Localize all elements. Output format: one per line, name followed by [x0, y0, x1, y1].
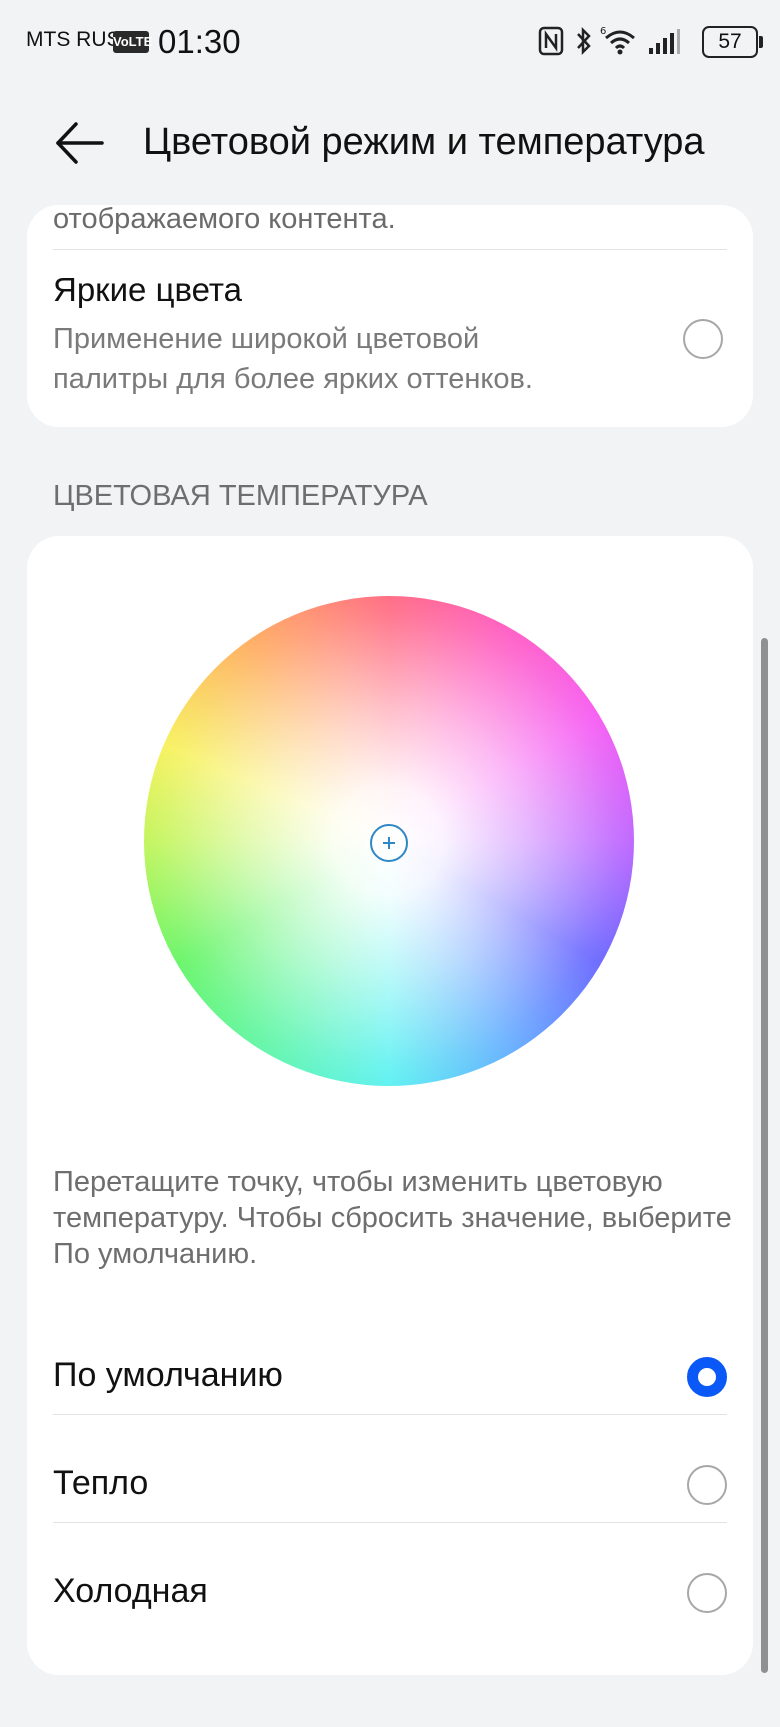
- option-default-radio[interactable]: [687, 1357, 727, 1397]
- section-label-color-temperature: ЦВЕТОВАЯ ТЕМПЕРАТУРА: [53, 480, 428, 512]
- color-temperature-card: Перетащите точку, чтобы изменить цветову…: [27, 536, 753, 1675]
- carrier-name: MTS RUS: [26, 28, 121, 51]
- vivid-colors-description: Применение широкой цветовой палитры для …: [53, 323, 533, 395]
- option-label: Холодная: [53, 1572, 208, 1610]
- divider: [53, 1522, 727, 1523]
- scrollbar[interactable]: [761, 638, 768, 1673]
- vivid-colors-radio[interactable]: [683, 319, 723, 359]
- option-cold-radio[interactable]: [687, 1573, 727, 1613]
- bluetooth-icon: [577, 26, 591, 56]
- signal-icon: [649, 29, 680, 54]
- wifi-icon: 6: [600, 26, 635, 55]
- svg-text:6: 6: [600, 26, 606, 37]
- arrow-left-icon: [56, 122, 104, 164]
- hint-text: Перетащите точку, чтобы изменить цветову…: [53, 1166, 732, 1270]
- nfc-icon: [538, 26, 564, 56]
- option-cold[interactable]: Холодная: [53, 1540, 727, 1646]
- option-warm-radio[interactable]: [687, 1465, 727, 1505]
- back-button[interactable]: [50, 113, 110, 173]
- status-icons: 6 57: [538, 24, 763, 60]
- divider: [53, 1414, 727, 1415]
- clipped-description: отображаемого контента.: [53, 205, 396, 235]
- app-header: Цветовой режим и температура: [0, 95, 780, 195]
- status-bar: MTS RUS VoLTE 01:30 6 57: [0, 0, 780, 84]
- vivid-colors-title: Яркие цвета: [53, 271, 242, 308]
- vivid-colors-row[interactable]: Яркие цвета Применение широкой цветовой …: [27, 249, 753, 427]
- crosshair-handle-icon[interactable]: [369, 823, 409, 863]
- option-label: Тепло: [53, 1464, 149, 1502]
- color-mode-card: отображаемого контента. Яркие цвета Прим…: [27, 205, 753, 427]
- volte-badge: VoLTE: [113, 31, 152, 53]
- battery-indicator: 57: [702, 26, 763, 58]
- clock: 01:30: [158, 23, 241, 60]
- page-title: Цветовой режим и температура: [143, 121, 705, 163]
- option-label: По умолчанию: [53, 1356, 283, 1394]
